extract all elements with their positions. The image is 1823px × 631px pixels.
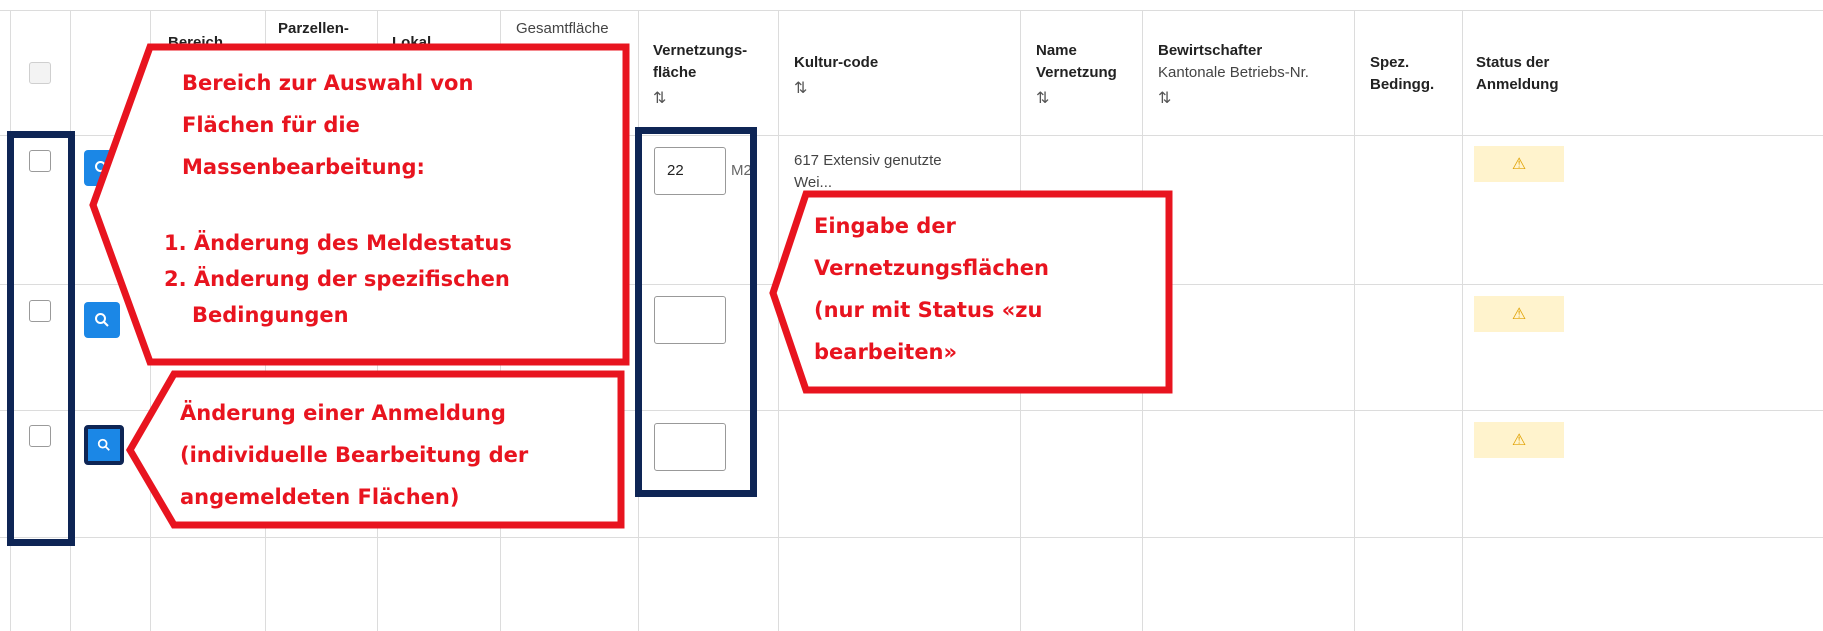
individual-edit-annotation: Änderung einer Anmeldung (individuelle B… [180,401,529,509]
bulk-edit-annotation: Bereich zur Auswahl von Flächen für die … [182,71,474,179]
bulk-edit-list: 1. Änderung des Meldestatus 2. Änderung … [164,231,512,327]
area-input-annotation: Eingabe der Vernetzungsflächen (nur mit … [814,214,1049,364]
